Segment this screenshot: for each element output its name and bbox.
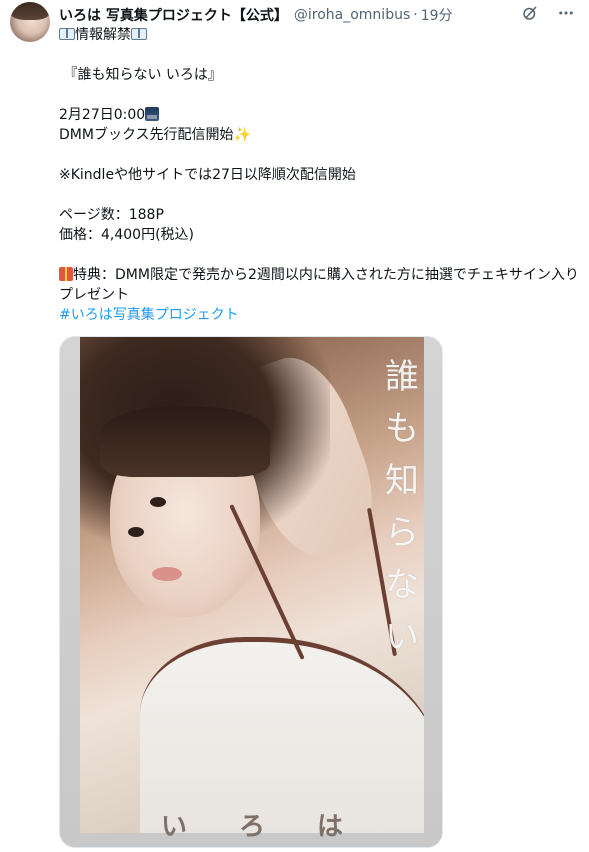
cover-title-char: ら bbox=[385, 513, 419, 553]
avatar-hair bbox=[10, 2, 50, 20]
text-line-kindle: ※Kindleや他サイトでは27日以降順次配信開始 bbox=[59, 167, 356, 183]
cover-author-char: は bbox=[317, 812, 344, 842]
hashtag-link[interactable]: #いろは写真集プロジェクト bbox=[59, 307, 239, 323]
cover-title: 誰 も 知 ら な い bbox=[382, 357, 422, 657]
photobook-cover bbox=[80, 337, 424, 833]
book-title-text: 『誰も知らない いろは』 bbox=[63, 67, 222, 83]
release-date-text: 2月27日0:00 bbox=[59, 107, 146, 123]
tweet-text: 情報解禁 『誰も知らない いろは』 2月27日0:00 DMMブックス先行配信開… bbox=[59, 25, 579, 325]
separator-dot: · bbox=[413, 7, 418, 23]
timestamp[interactable]: 19分 bbox=[421, 5, 453, 25]
cover-title-char: な bbox=[385, 565, 419, 605]
cover-eye-left bbox=[150, 497, 166, 507]
book-emoji bbox=[131, 28, 147, 40]
cover-bangs bbox=[100, 407, 270, 477]
text-line-pages: ページ数：188P bbox=[59, 207, 164, 223]
text-line-announcement: 情報解禁 bbox=[59, 25, 579, 45]
cover-author: い ろ は bbox=[60, 806, 442, 843]
cover-author-char: ろ bbox=[238, 812, 265, 842]
cover-title-char: い bbox=[385, 617, 419, 657]
tweet: いろは 写真集プロジェクト【公式】 @iroha_omnibus · 19分 情… bbox=[0, 0, 589, 852]
cover-title-char: 知 bbox=[385, 461, 419, 501]
cover-title-char: も bbox=[385, 409, 419, 449]
tweet-media-image[interactable]: 誰 も 知 ら な い い ろ は bbox=[59, 336, 443, 848]
cover-lips bbox=[152, 567, 182, 581]
text-line-date: 2月27日0:00 bbox=[59, 105, 579, 125]
cover-author-char: い bbox=[160, 812, 187, 842]
header-actions bbox=[521, 4, 575, 26]
sparkle-emoji: ✨ bbox=[233, 127, 251, 143]
text-line-price: 価格：4,400円(税込) bbox=[59, 227, 195, 243]
text-line-bonus: 特典：DMM限定で発売から2週間以内に購入された方に抽選でチェキサイン入りプレゼ… bbox=[59, 265, 579, 305]
tweet-header: いろは 写真集プロジェクト【公式】 @iroha_omnibus · 19分 bbox=[59, 4, 579, 26]
book-emoji bbox=[59, 28, 75, 40]
cover-title-char: 誰 bbox=[385, 357, 419, 397]
display-name[interactable]: いろは 写真集プロジェクト【公式】 bbox=[59, 5, 288, 25]
cover-eye-right bbox=[128, 527, 144, 537]
avatar[interactable] bbox=[10, 2, 50, 42]
gift-emoji bbox=[59, 267, 73, 281]
text-line-title: 『誰も知らない いろは』 bbox=[59, 65, 579, 85]
bonus-text: 特典：DMM限定で発売から2週間以内に購入された方に抽選でチェキサイン入りプレゼ… bbox=[59, 267, 579, 303]
more-icon[interactable] bbox=[557, 4, 575, 26]
text-line-dmm: DMMブックス先行配信開始✨ bbox=[59, 125, 579, 145]
cover-top bbox=[140, 637, 424, 833]
night-emoji bbox=[145, 107, 160, 121]
user-handle[interactable]: @iroha_omnibus bbox=[294, 7, 410, 23]
hashtag-line: #いろは写真集プロジェクト bbox=[59, 305, 579, 325]
dmm-release-text: DMMブックス先行配信開始 bbox=[59, 127, 234, 143]
grok-icon[interactable] bbox=[521, 4, 539, 26]
announcement-text: 情報解禁 bbox=[75, 27, 131, 43]
